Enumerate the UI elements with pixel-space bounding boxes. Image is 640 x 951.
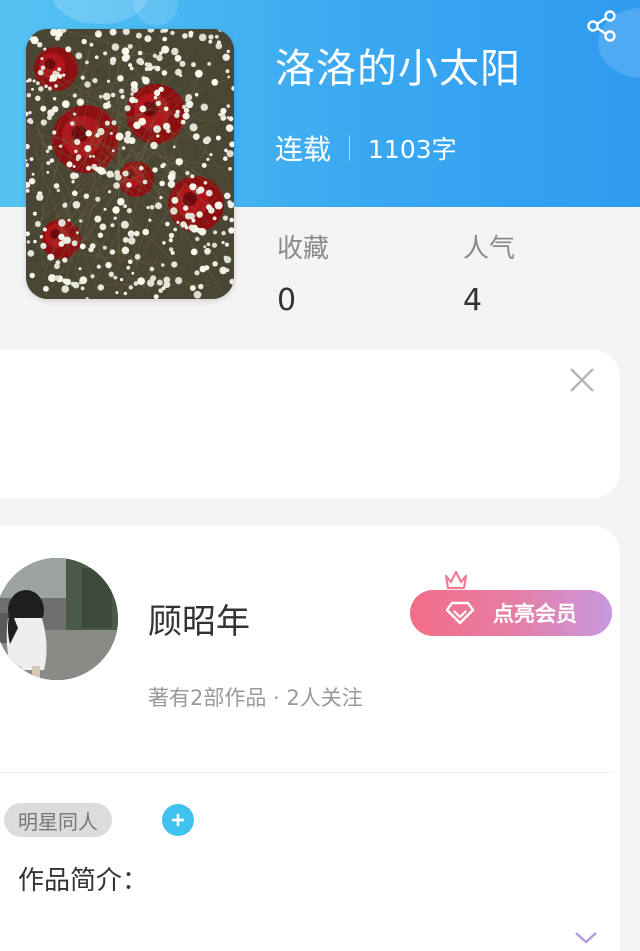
share-icon: [587, 10, 616, 42]
activate-vip-button[interactable]: 点亮会员: [410, 590, 612, 636]
cover-image: [26, 29, 234, 299]
author-avatar[interactable]: [0, 558, 118, 680]
chevron-down-icon: [575, 932, 597, 944]
section-divider: [0, 772, 614, 773]
plus-icon: [172, 814, 184, 826]
book-title: 洛洛的小太阳: [275, 46, 521, 92]
stat-value: 0: [277, 283, 297, 318]
genre-tag[interactable]: 明星同人: [4, 803, 112, 837]
add-tag-button[interactable]: [162, 804, 194, 836]
share-button[interactable]: [584, 8, 620, 44]
expand-intro-button[interactable]: [572, 928, 600, 948]
author-name[interactable]: 顾昭年: [148, 594, 250, 643]
close-icon: [570, 368, 594, 392]
close-button[interactable]: [566, 364, 598, 396]
intro-label: 作品简介：: [18, 866, 149, 896]
stat-label: 收藏: [277, 234, 330, 264]
book-meta: 连载 1103字: [275, 128, 457, 168]
word-count: 1103字: [368, 135, 457, 164]
meta-divider: [349, 135, 351, 161]
crown-icon: [444, 570, 468, 590]
stat-value: 4: [463, 283, 483, 318]
notice-card: [0, 350, 620, 498]
stat-favorites: 收藏 0: [277, 228, 329, 318]
avatar-image: [0, 558, 118, 680]
decor-bubble: [134, 0, 178, 26]
stat-label: 人气: [463, 234, 516, 264]
author-summary: 著有2部作品 · 2人关注: [148, 686, 363, 710]
vip-button-label: 点亮会员: [493, 602, 577, 626]
diamond-icon: [445, 601, 475, 625]
serial-status: 连载: [275, 133, 332, 166]
stat-popularity: 人气 4: [463, 228, 515, 318]
book-cover[interactable]: [26, 29, 234, 299]
